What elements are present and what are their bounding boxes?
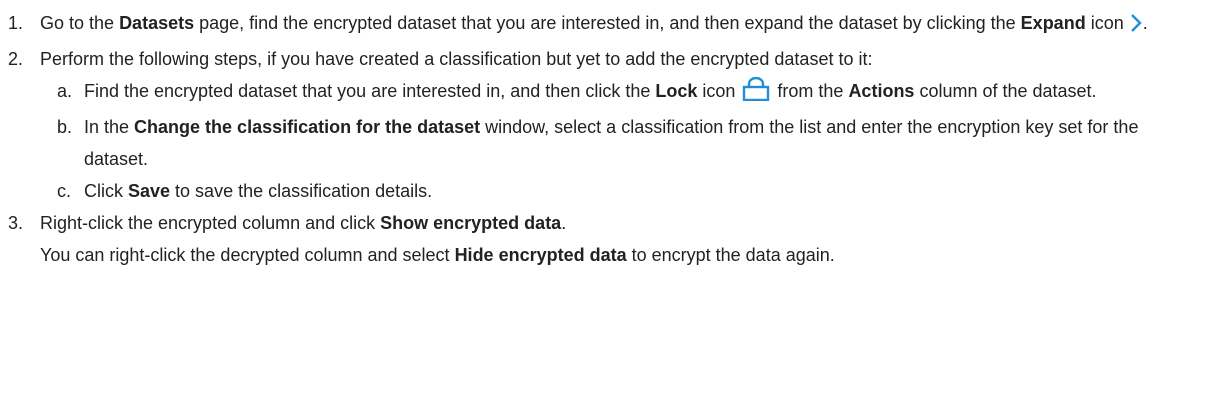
step-number: 2.: [8, 49, 24, 69]
substep-letter: a.: [57, 81, 73, 101]
lock-term: Lock: [655, 81, 698, 101]
substep-text: Click Save to save the classification de…: [84, 181, 433, 201]
substep-text: Find the encrypted dataset that you are …: [84, 75, 1193, 111]
step-2: 2. Perform the following steps, if you h…: [8, 43, 1193, 75]
step-text: Right-click the encrypted column and cli…: [40, 213, 567, 233]
step-note: You can right-click the decrypted column…: [40, 245, 835, 265]
show-encrypted-term: Show encrypted data: [380, 213, 562, 233]
hide-encrypted-term: Hide encrypted data: [454, 245, 627, 265]
actions-term: Actions: [848, 81, 915, 101]
procedure-steps: 1. Go to the Datasets page, find the enc…: [0, 0, 1207, 271]
step-number: 3.: [8, 213, 24, 233]
substep-text: In the Change the classification for the…: [84, 117, 1139, 169]
step-number: 1.: [8, 13, 24, 33]
substep-c: c. Click Save to save the classification…: [8, 175, 1193, 207]
substep-letter: c.: [57, 181, 72, 201]
step-text: Perform the following steps, if you have…: [40, 49, 873, 69]
step-3: 3. Right-click the encrypted column and …: [8, 207, 1193, 271]
window-title-term: Change the classification for the datase…: [134, 117, 481, 137]
substep-b: b. In the Change the classification for …: [8, 111, 1193, 175]
chevron-right-icon: [1129, 11, 1143, 43]
substep-letter: b.: [57, 117, 73, 137]
save-term: Save: [128, 181, 171, 201]
expand-term: Expand: [1020, 13, 1086, 33]
step-1: 1. Go to the Datasets page, find the enc…: [8, 7, 1193, 43]
datasets-page-term: Datasets: [119, 13, 195, 33]
step-text: Go to the Datasets page, find the encryp…: [40, 7, 1193, 43]
substep-a: a. Find the encrypted dataset that you a…: [8, 75, 1193, 111]
lock-icon: [740, 76, 772, 111]
